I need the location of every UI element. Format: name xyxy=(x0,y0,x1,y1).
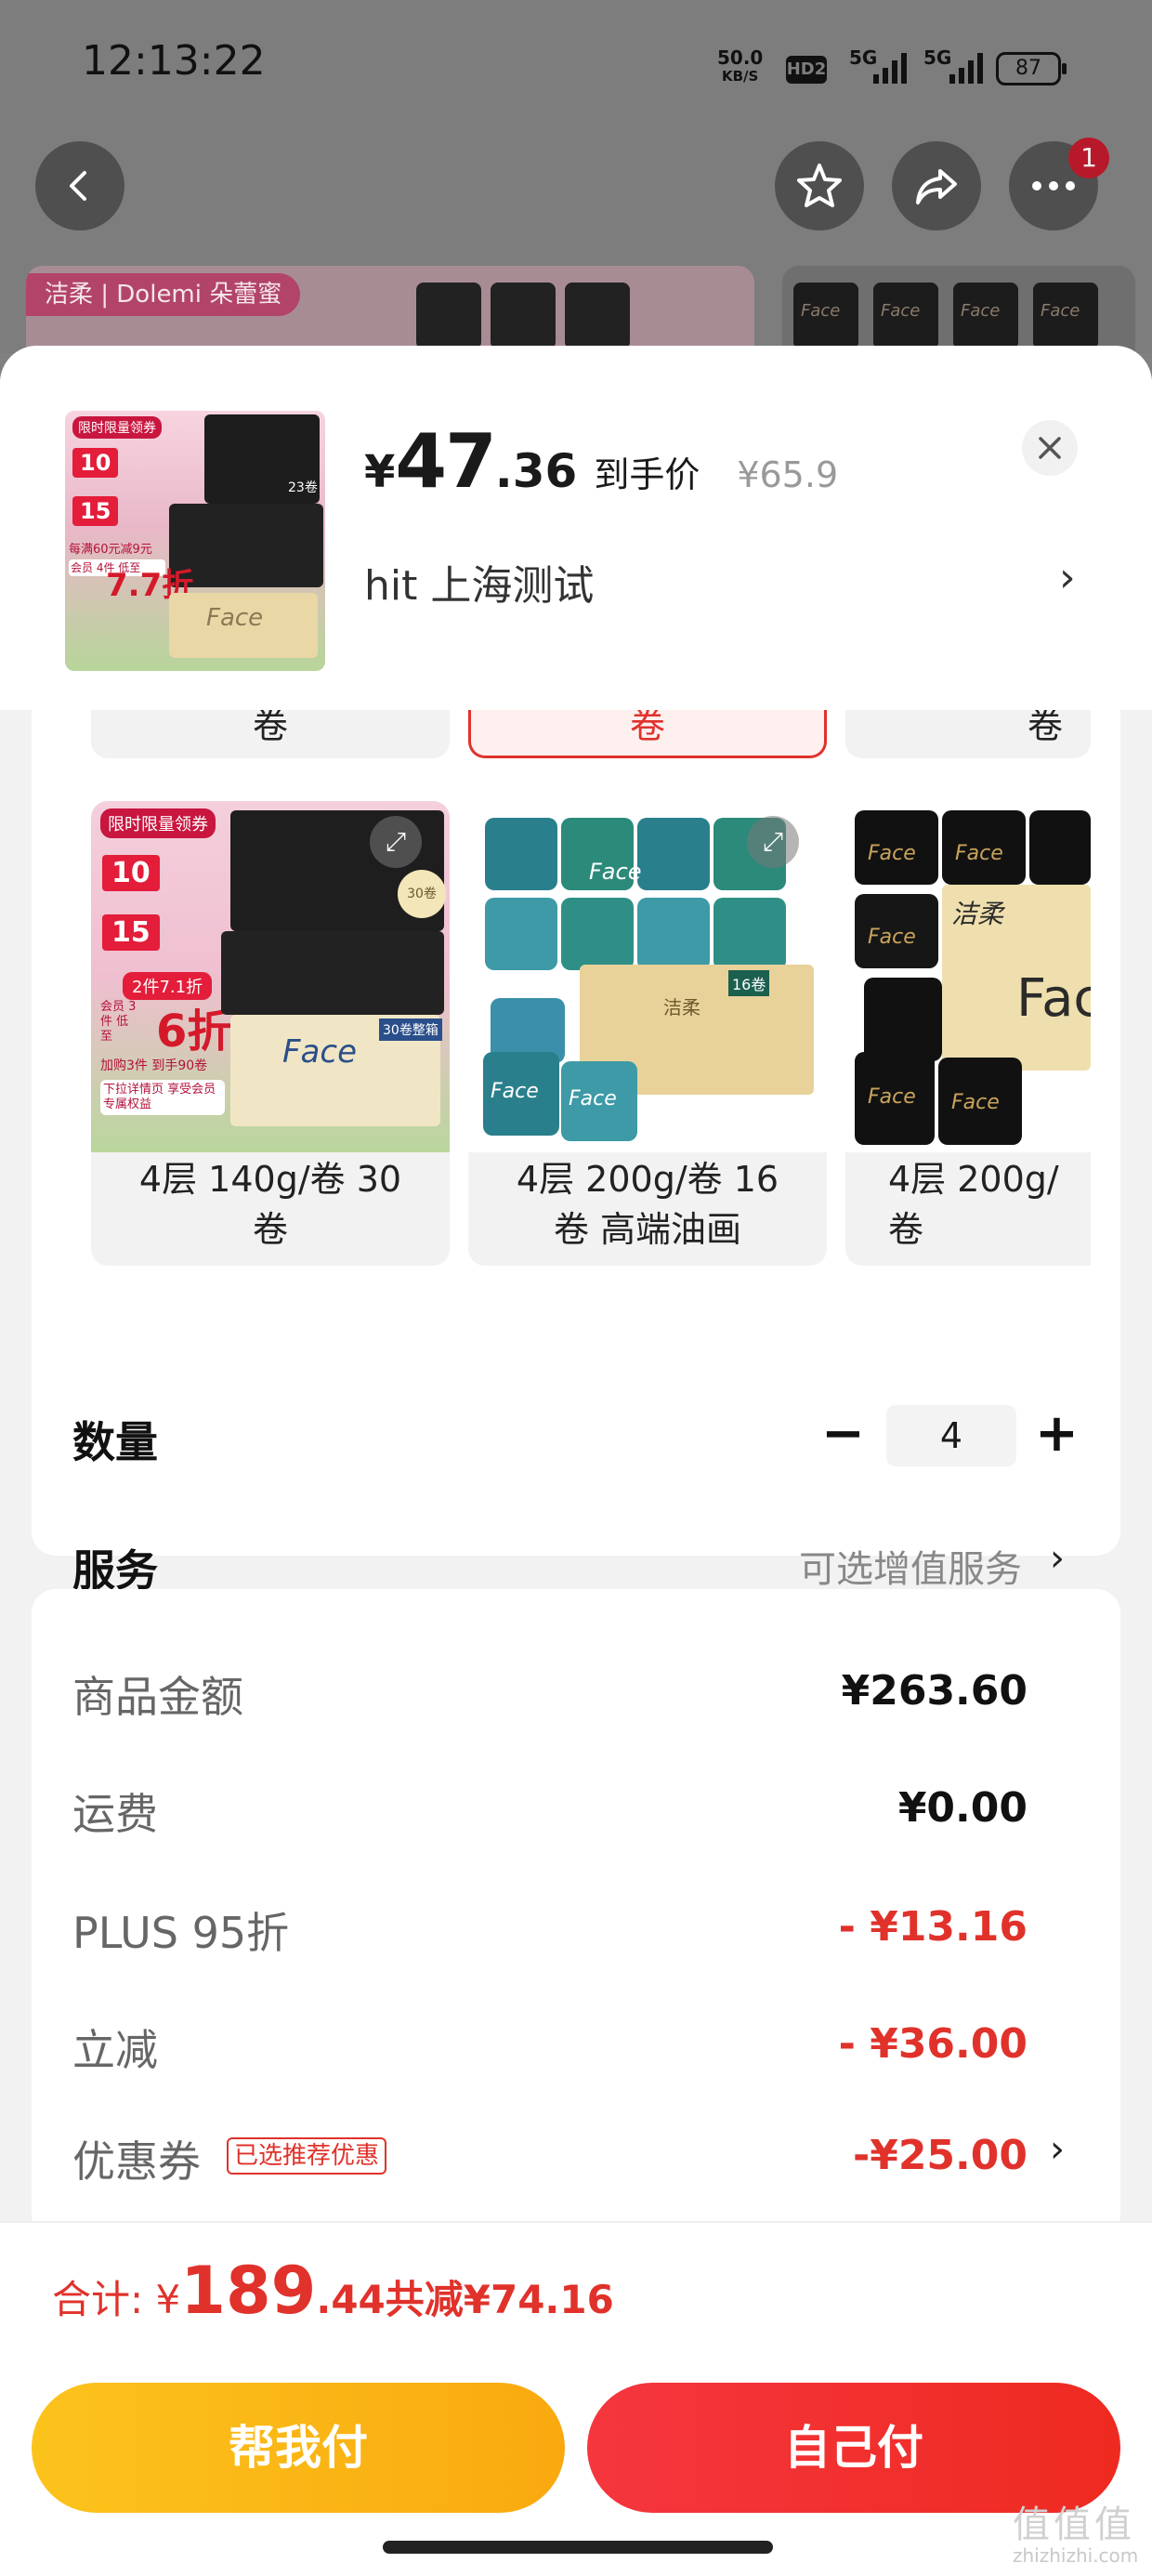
product-roll-image xyxy=(637,898,710,970)
price-decimal: .36 xyxy=(494,444,578,498)
share-button[interactable] xyxy=(892,141,981,230)
address-chevron-icon[interactable]: › xyxy=(1059,554,1076,601)
product-roll-image xyxy=(485,818,557,890)
banner-roll-image xyxy=(565,283,630,349)
price-summary-card: 商品金额 ¥263.60 运费 ¥0.00 PLUS 95折 - ¥13.16 … xyxy=(32,1589,1120,2240)
watermark-url: zhizhizhi.com xyxy=(1013,2544,1139,2567)
signal-bars-2-icon xyxy=(949,52,983,84)
expand-image-icon[interactable]: ⤢ xyxy=(747,816,799,868)
battery-icon: 87 xyxy=(996,52,1067,85)
product-roll-image: Face xyxy=(483,1052,559,1136)
product-box-image: Face xyxy=(169,593,318,658)
more-dots-icon xyxy=(1032,181,1075,191)
spec-option-top[interactable]: 卷 xyxy=(845,710,1091,758)
summary-value: ¥263.60 xyxy=(841,1667,1028,1715)
product-roll-image xyxy=(1029,810,1091,885)
notification-badge: 1 xyxy=(1068,138,1109,178)
product-roll-image: Face xyxy=(855,810,938,885)
close-button[interactable] xyxy=(1022,420,1078,476)
product-roll-image: Face xyxy=(942,810,1026,885)
summary-value-discount: - ¥13.16 xyxy=(838,1903,1028,1951)
spec-option-image: Face Face Face 洁柔 Face Face Face xyxy=(845,801,1091,1152)
background-page: 12:13:22 50.0 KB/S HD2 5G 5G 87 1 洁柔 | D… xyxy=(0,0,1152,368)
signal-label-2: 5G xyxy=(923,46,952,69)
quantity-decrease-button[interactable]: − xyxy=(821,1408,865,1460)
expand-image-icon[interactable]: ⤢ xyxy=(370,816,422,868)
sheet-header: 限时限量领券 10 15 每满60元减9元 会员 4件 低至 7.7折 Face… xyxy=(0,346,1152,710)
favorite-button[interactable] xyxy=(775,141,864,230)
product-roll-image xyxy=(485,898,557,970)
spec-option[interactable]: 限时限量领券 10 15 2件7.1折 会员 3件 低至 6折 加购3件 到手9… xyxy=(91,801,450,1266)
order-total: 合计: ¥ 189 .44 共减¥74.16 xyxy=(52,2253,614,2329)
product-roll-image xyxy=(713,898,786,970)
product-roll-image: Face xyxy=(855,894,938,968)
quantity-increase-button[interactable]: + xyxy=(1035,1408,1079,1460)
spec-option-label: 4层 140g/卷 30 卷 xyxy=(138,1159,402,1250)
purchase-sheet: 限时限量领券 10 15 每满60元减9元 会员 4件 低至 7.7折 Face… xyxy=(0,346,1152,2576)
coupon-value[interactable]: -¥25.00 xyxy=(853,2132,1028,2179)
network-speed: 50.0 KB/S xyxy=(717,46,764,85)
signal-bars-1-icon xyxy=(873,52,907,84)
product-roll-image: Face xyxy=(561,1061,637,1141)
banner-roll-image: Face xyxy=(873,283,938,349)
product-pack-image xyxy=(221,931,444,1015)
brand-tag: 洁柔 | Dolemi 朵蕾蜜 xyxy=(26,273,301,316)
coupon-label[interactable]: 优惠券 xyxy=(72,2128,201,2189)
coupon-badge: 已选推荐优惠 xyxy=(227,2137,387,2175)
price-integer: 47 xyxy=(395,418,496,505)
product-roll-image xyxy=(561,898,634,970)
star-icon xyxy=(797,164,842,207)
summary-label: 立减 xyxy=(72,2025,158,2075)
spec-card: 卷 卷 卷 限时限量领券 10 15 2件7.1折 会员 3件 低至 6折 加购… xyxy=(32,710,1120,1596)
delivery-address[interactable]: hit 上海测试 xyxy=(364,552,594,611)
product-roll-image xyxy=(864,978,942,1061)
product-roll-image: Face xyxy=(855,1052,935,1145)
spec-option[interactable]: Face Face Face 洁柔 Face Face Face xyxy=(845,801,1091,1266)
summary-label: 运费 xyxy=(72,1789,158,1839)
summary-value-discount: - ¥36.00 xyxy=(838,2020,1028,2068)
spec-option-label: 4层 200g/ 卷 xyxy=(888,1159,1059,1250)
banner-roll-image: Face xyxy=(953,283,1018,349)
spec-option-top[interactable]: 卷 xyxy=(91,710,450,758)
price-currency: ¥ xyxy=(364,446,396,498)
friend-pay-button[interactable]: 帮我付 xyxy=(32,2383,565,2513)
banner-roll-image: Face xyxy=(793,283,858,349)
status-bar: 12:13:22 50.0 KB/S HD2 5G 5G 87 xyxy=(0,0,1152,139)
home-indicator[interactable] xyxy=(383,2541,773,2554)
spec-option-top-selected[interactable]: 卷 xyxy=(468,710,827,758)
service-chevron-icon[interactable]: › xyxy=(1050,1537,1065,1580)
banner-roll-image xyxy=(416,283,481,349)
original-price: ¥65.9 xyxy=(737,454,839,495)
coupon-chevron-icon[interactable]: › xyxy=(1050,2128,1065,2171)
watermark-logo: 值值值 xyxy=(1013,2504,1135,2546)
product-roll-image: Face xyxy=(938,1058,1022,1145)
price-caption: 到手价 xyxy=(594,454,700,495)
banner-roll-image: Face xyxy=(1033,283,1098,349)
chevron-left-icon xyxy=(70,171,86,201)
summary-label: PLUS 95折 xyxy=(72,1908,290,1958)
spec-option[interactable]: 洁柔 16卷 Face Face Face ⤢ 4层 200g/卷 16 卷 高… xyxy=(468,801,827,1266)
spec-option-label: 4层 200g/卷 16 卷 高端油画 xyxy=(516,1159,779,1250)
service-selector[interactable]: 可选增值服务 xyxy=(799,1539,1022,1593)
banner-roll-image xyxy=(491,283,556,349)
price-row: ¥ 47 .36 到手价 ¥65.9 xyxy=(364,418,838,505)
back-button[interactable] xyxy=(35,141,124,230)
share-icon xyxy=(916,169,957,204)
summary-label: 商品金额 xyxy=(72,1672,243,1722)
self-pay-button[interactable]: 自己付 xyxy=(587,2383,1120,2513)
product-box-image: Face 30卷整箱 xyxy=(230,1015,442,1126)
quantity-label: 数量 xyxy=(72,1417,158,1467)
summary-value: ¥0.00 xyxy=(897,1784,1028,1832)
hd-voice-icon: HD2 xyxy=(786,56,827,84)
close-icon xyxy=(1039,437,1061,459)
quantity-input[interactable]: 4 xyxy=(886,1405,1016,1466)
product-box-image: 洁柔 Face xyxy=(942,885,1091,1071)
product-thumbnail: 限时限量领券 10 15 每满60元减9元 会员 4件 低至 7.7折 Face… xyxy=(65,411,325,671)
status-time: 12:13:22 xyxy=(82,37,266,85)
